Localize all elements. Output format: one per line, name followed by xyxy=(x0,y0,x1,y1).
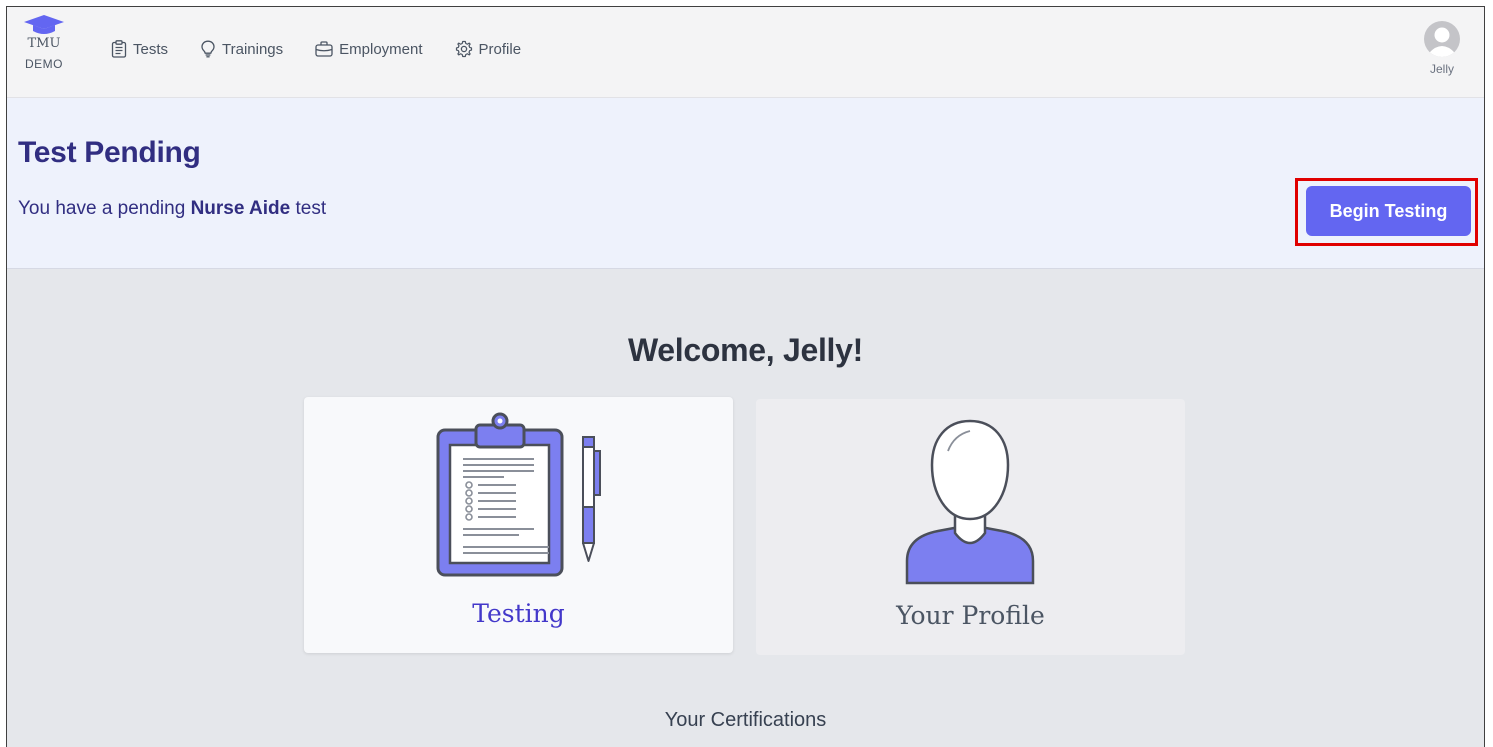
person-illustration xyxy=(905,419,1035,585)
pending-test-name: Nurse Aide xyxy=(190,198,291,219)
highlight-box: Begin Testing xyxy=(1295,178,1478,246)
avatar-icon xyxy=(1424,21,1460,57)
testing-card[interactable]: Testing xyxy=(304,397,733,653)
brand-logo[interactable]: TMU DEMO xyxy=(17,15,71,71)
briefcase-icon xyxy=(315,41,333,57)
user-name: Jelly xyxy=(1429,62,1454,76)
user-menu[interactable]: Jelly xyxy=(1420,21,1464,76)
banner-message: You have a pending Nurse Aide test xyxy=(18,198,326,220)
pending-test-banner: Test Pending You have a pending Nurse Ai… xyxy=(7,98,1484,269)
profile-card-label: Your Profile xyxy=(896,601,1045,630)
nav-item-employment[interactable]: Employment xyxy=(315,37,423,61)
graduation-cap-icon xyxy=(24,15,64,34)
certifications-heading: Your Certifications xyxy=(664,709,827,731)
testing-card-label: Testing xyxy=(472,599,565,628)
nav-item-tests[interactable]: Tests xyxy=(111,37,168,61)
nav-label-trainings: Trainings xyxy=(222,40,284,58)
nav-item-trainings[interactable]: Trainings xyxy=(200,37,283,61)
nav-label-tests: Tests xyxy=(133,40,169,58)
nav-item-profile[interactable]: Profile xyxy=(455,37,522,61)
welcome-heading: Welcome, Jelly! xyxy=(627,332,864,368)
lightbulb-icon xyxy=(201,40,215,58)
brand-subtitle: DEMO xyxy=(25,57,63,71)
profile-card[interactable]: Your Profile xyxy=(756,399,1185,655)
nav-links: Tests Trainings Employment Profile xyxy=(111,37,553,61)
app-window: TMU DEMO Tests Trainings Employment Prof… xyxy=(6,6,1485,747)
banner-text-suffix: test xyxy=(295,198,327,219)
top-navbar: TMU DEMO Tests Trainings Employment Prof… xyxy=(7,7,1484,98)
nav-label-profile: Profile xyxy=(478,40,522,58)
banner-title: Test Pending xyxy=(18,136,201,169)
clipboard-icon xyxy=(111,40,127,58)
banner-text-prefix: You have a pending xyxy=(18,198,186,219)
gear-icon xyxy=(455,40,472,58)
clipboard-pen-illustration xyxy=(436,412,601,577)
nav-label-employment: Employment xyxy=(339,40,423,58)
begin-testing-button[interactable]: Begin Testing xyxy=(1306,186,1471,236)
brand-name: TMU xyxy=(27,36,61,51)
